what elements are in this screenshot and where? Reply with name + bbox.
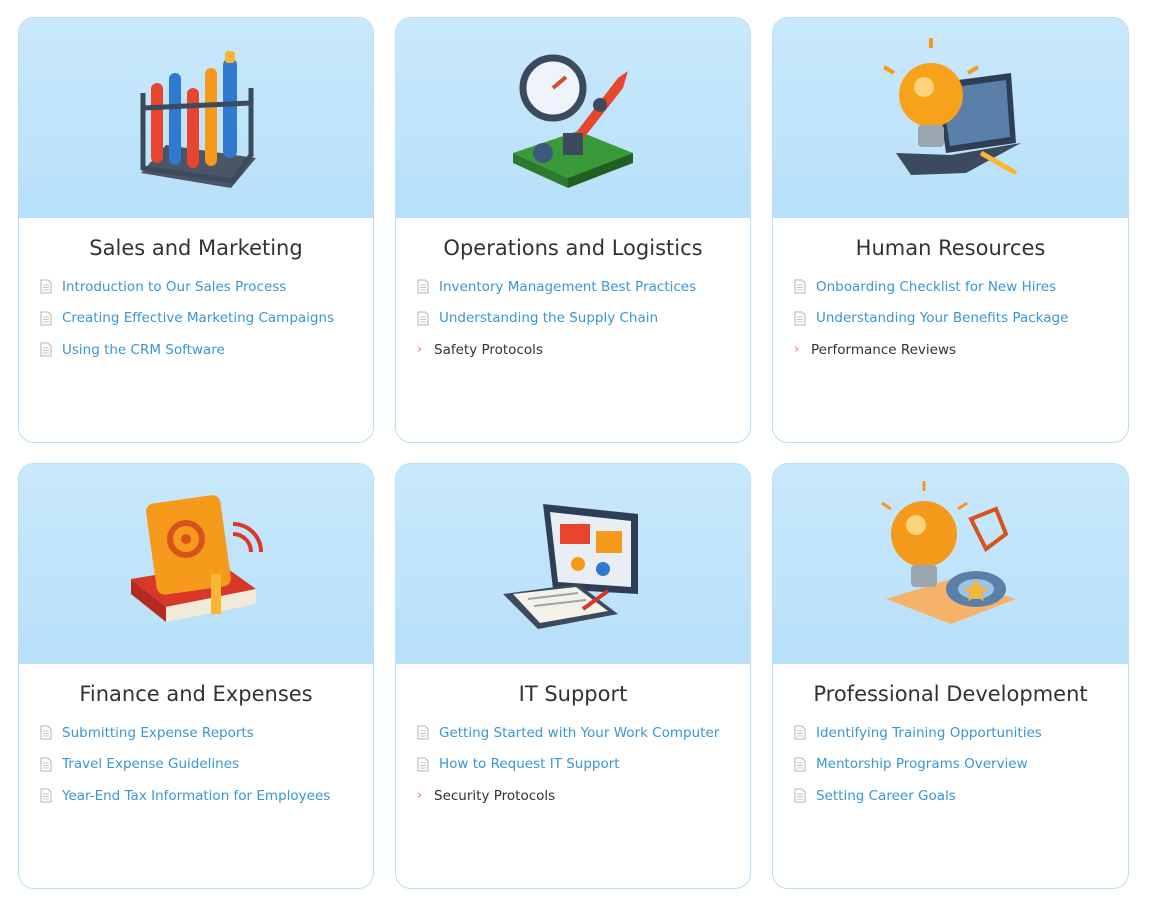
list-item[interactable]: How to Request IT Support <box>417 749 750 781</box>
card-title: IT Support <box>518 682 628 706</box>
document-icon <box>417 725 429 740</box>
link-list: Inventory Management Best Practices Unde… <box>396 271 750 366</box>
item-link[interactable]: Understanding the Supply Chain <box>439 310 658 326</box>
list-item[interactable]: Understanding the Supply Chain <box>417 303 750 335</box>
list-item[interactable]: Using the CRM Software <box>40 334 373 366</box>
chevron-right-icon: › <box>417 342 423 358</box>
card-hero <box>773 464 1128 664</box>
lightbulb-laptop-icon <box>882 38 1021 176</box>
document-icon <box>40 757 52 772</box>
document-icon <box>794 311 806 326</box>
list-item[interactable]: Inventory Management Best Practices <box>417 271 750 303</box>
item-link[interactable]: Year-End Tax Information for Employees <box>62 788 330 804</box>
document-icon <box>40 342 52 357</box>
list-item[interactable]: Creating Effective Marketing Campaigns <box>40 303 373 335</box>
list-item[interactable]: Getting Started with Your Work Computer <box>417 717 750 749</box>
card-title: Professional Development <box>813 682 1088 706</box>
item-link[interactable]: Inventory Management Best Practices <box>439 279 696 295</box>
card-professional-development: Professional Development Identifying Tra… <box>772 463 1129 889</box>
item-link[interactable]: How to Request IT Support <box>439 756 620 772</box>
item-link[interactable]: Getting Started with Your Work Computer <box>439 725 719 741</box>
list-item[interactable]: Introduction to Our Sales Process <box>40 271 373 303</box>
card-hero <box>19 464 373 664</box>
item-expandable[interactable]: Safety Protocols <box>434 342 543 358</box>
item-link[interactable]: Understanding Your Benefits Package <box>816 310 1068 326</box>
link-list: Onboarding Checklist for New Hires Under… <box>773 271 1128 366</box>
document-icon <box>40 311 52 326</box>
card-hero <box>19 18 373 218</box>
link-list: Introduction to Our Sales Process Creati… <box>19 271 373 366</box>
card-title: Human Resources <box>855 236 1046 260</box>
item-link[interactable]: Onboarding Checklist for New Hires <box>816 279 1056 295</box>
card-hero <box>773 18 1128 218</box>
lightbulb-target-icon <box>880 481 1016 624</box>
item-link[interactable]: Setting Career Goals <box>816 788 956 804</box>
category-grid: Sales and Marketing Introduction to Our … <box>18 17 1129 889</box>
item-link[interactable]: Introduction to Our Sales Process <box>62 279 286 295</box>
card-hero <box>396 464 750 664</box>
list-item[interactable]: Mentorship Programs Overview <box>794 749 1128 781</box>
item-link[interactable]: Using the CRM Software <box>62 342 225 358</box>
laptop-screen-icon <box>503 504 638 629</box>
link-list: Identifying Training Opportunities Mento… <box>773 717 1128 812</box>
card-operations-and-logistics: Operations and Logistics Inventory Manag… <box>395 17 751 443</box>
item-expandable[interactable]: Security Protocols <box>434 788 555 804</box>
card-title: Sales and Marketing <box>89 236 303 260</box>
document-icon <box>417 757 429 772</box>
list-item[interactable]: Onboarding Checklist for New Hires <box>794 271 1128 303</box>
document-icon <box>794 788 806 803</box>
document-icon <box>794 757 806 772</box>
card-it-support: IT Support Getting Started with Your Wor… <box>395 463 751 889</box>
item-link[interactable]: Mentorship Programs Overview <box>816 756 1028 772</box>
list-item[interactable]: Setting Career Goals <box>794 780 1128 812</box>
card-sales-and-marketing: Sales and Marketing Introduction to Our … <box>18 17 374 443</box>
chevron-right-icon: › <box>794 342 800 358</box>
list-item[interactable]: › Safety Protocols <box>417 334 750 366</box>
link-list: Getting Started with Your Work Computer … <box>396 717 750 812</box>
list-item[interactable]: Travel Expense Guidelines <box>40 749 373 781</box>
rocket-clock-icon <box>513 54 633 188</box>
list-item[interactable]: Year-End Tax Information for Employees <box>40 780 373 812</box>
chevron-right-icon: › <box>417 788 423 804</box>
list-item[interactable]: Identifying Training Opportunities <box>794 717 1128 749</box>
document-icon <box>794 725 806 740</box>
document-icon <box>417 279 429 294</box>
item-link[interactable]: Creating Effective Marketing Campaigns <box>62 310 334 326</box>
list-item[interactable]: Submitting Expense Reports <box>40 717 373 749</box>
list-item[interactable]: › Performance Reviews <box>794 334 1128 366</box>
card-human-resources: Human Resources Onboarding Checklist for… <box>772 17 1129 443</box>
test-tubes-rack-icon <box>140 51 256 188</box>
card-hero <box>396 18 750 218</box>
document-icon <box>40 279 52 294</box>
card-title: Finance and Expenses <box>79 682 313 706</box>
document-icon <box>417 311 429 326</box>
book-gear-icon <box>131 495 263 622</box>
item-link[interactable]: Identifying Training Opportunities <box>816 725 1042 741</box>
list-item[interactable]: Understanding Your Benefits Package <box>794 303 1128 335</box>
link-list: Submitting Expense Reports Travel Expens… <box>19 717 373 812</box>
document-icon <box>40 725 52 740</box>
item-expandable[interactable]: Performance Reviews <box>811 342 956 358</box>
card-title: Operations and Logistics <box>443 236 703 260</box>
list-item[interactable]: › Security Protocols <box>417 780 750 812</box>
document-icon <box>794 279 806 294</box>
card-finance-and-expenses: Finance and Expenses Submitting Expense … <box>18 463 374 889</box>
item-link[interactable]: Submitting Expense Reports <box>62 725 254 741</box>
document-icon <box>40 788 52 803</box>
item-link[interactable]: Travel Expense Guidelines <box>62 756 239 772</box>
